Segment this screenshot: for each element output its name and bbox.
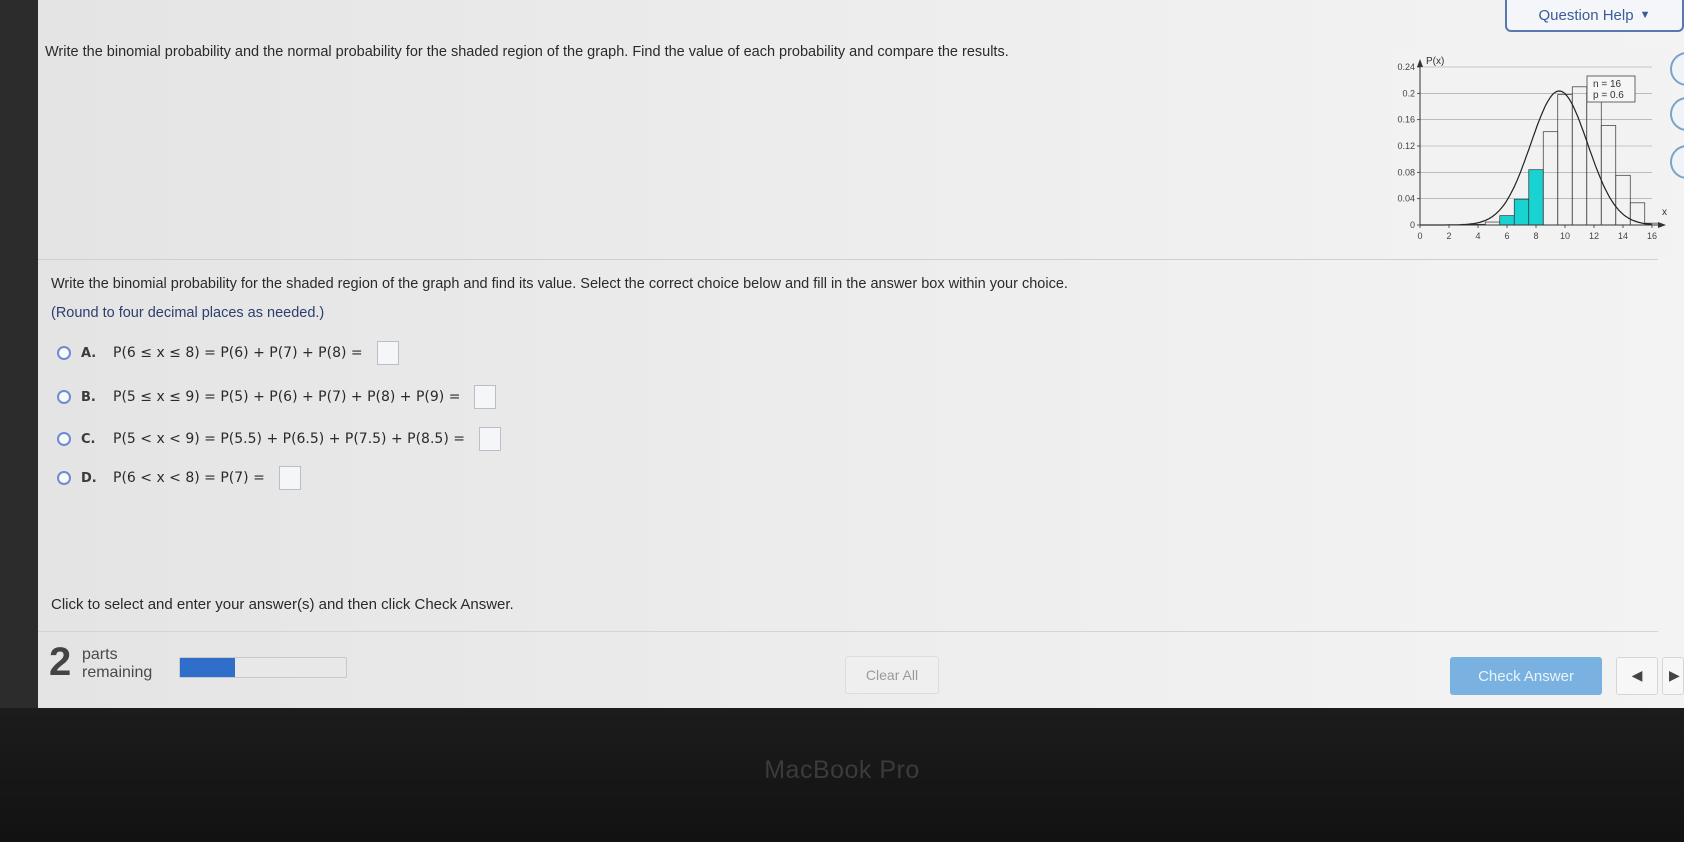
- y-tick-label: 0.08: [1397, 167, 1415, 177]
- answer-input[interactable]: [478, 427, 501, 451]
- choice-c[interactable]: C. P(5 < x < 9) = P(5.5) + P(6.5) + P(7.…: [57, 425, 501, 453]
- x-tick-label: 16: [1647, 231, 1657, 241]
- previous-button[interactable]: ◀: [1616, 657, 1658, 695]
- x-tick-label: 8: [1533, 231, 1538, 241]
- progress-fill: [180, 658, 235, 677]
- choice-text: P(5 ≤ x ≤ 9) = P(5) + P(6) + P(7) + P(8)…: [113, 389, 461, 405]
- question-prompt: Write the binomial probability for the s…: [51, 276, 1068, 292]
- dropdown-arrow-icon: ▼: [1639, 9, 1651, 21]
- choice-text: P(6 < x < 8) = P(7) =: [113, 470, 265, 486]
- section-divider: [38, 259, 1658, 260]
- bar-x-7: [1513, 198, 1530, 226]
- instruction-text: Write the binomial probability and the n…: [45, 44, 1009, 60]
- x-tick-label: 12: [1589, 231, 1599, 241]
- instruction-footer: Click to select and enter your answer(s)…: [51, 596, 514, 613]
- x-tick-label: 10: [1560, 231, 1570, 241]
- answer-input[interactable]: [278, 466, 301, 490]
- radio-button[interactable]: [57, 390, 71, 404]
- choice-letter: D.: [81, 470, 97, 486]
- footer-divider: [38, 631, 1658, 632]
- y-tick-label: 0.2: [1402, 88, 1415, 98]
- answer-input[interactable]: [376, 341, 399, 365]
- x-tick-label: 2: [1446, 231, 1451, 241]
- y-tick-label: 0.16: [1397, 115, 1415, 125]
- radio-button[interactable]: [57, 471, 71, 485]
- choice-d[interactable]: D. P(6 < x < 8) = P(7) =: [57, 464, 301, 492]
- parts-label-line2: remaining: [82, 664, 153, 681]
- round-note: (Round to four decimal places as needed.…: [51, 305, 325, 321]
- legend-p: p = 0.6: [1593, 90, 1624, 101]
- next-button[interactable]: ▶: [1662, 657, 1684, 695]
- radio-button[interactable]: [57, 432, 71, 446]
- choice-letter: B.: [81, 389, 96, 405]
- y-axis-label: P(x): [1426, 56, 1444, 67]
- choice-b[interactable]: B. P(5 ≤ x ≤ 9) = P(5) + P(6) + P(7) + P…: [57, 383, 497, 411]
- radio-button[interactable]: [57, 346, 71, 360]
- question-help-label: Question Help: [1538, 6, 1634, 24]
- choice-letter: C.: [81, 431, 96, 447]
- y-tick-label: 0.04: [1397, 194, 1415, 204]
- x-tick-label: 4: [1475, 231, 1480, 241]
- x-axis-label: x: [1662, 207, 1667, 218]
- bar-x-8: [1528, 169, 1544, 226]
- check-answer-button[interactable]: Check Answer: [1450, 657, 1602, 695]
- bar-x-6: [1499, 215, 1515, 226]
- choice-text: P(5 < x < 9) = P(5.5) + P(6.5) + P(7.5) …: [113, 431, 465, 447]
- parts-remaining-label: parts remaining: [82, 646, 152, 682]
- x-tick-label: 6: [1504, 231, 1509, 241]
- parts-remaining-count: 2: [49, 640, 72, 684]
- y-tick-label: 0.12: [1397, 141, 1415, 151]
- binomial-graph: P(x) x 0.24 0.2 0.16 0.12 0.08 0.04 0 0 2 4 6 8 10 1…: [1390, 48, 1670, 258]
- legend-n: n = 16: [1593, 79, 1622, 90]
- choice-a[interactable]: A. P(6 ≤ x ≤ 8) = P(6) + P(7) + P(8) =: [57, 339, 399, 367]
- x-tick-label: 14: [1618, 231, 1628, 241]
- question-help-button[interactable]: Question Help ▼: [1505, 0, 1684, 32]
- answer-input[interactable]: [474, 385, 497, 409]
- choice-letter: A.: [81, 345, 97, 361]
- laptop-brand-label: MacBook Pro: [764, 756, 920, 784]
- y-tick-label: 0.24: [1397, 62, 1415, 72]
- progress-bar: [179, 657, 347, 678]
- choice-text: P(6 ≤ x ≤ 8) = P(6) + P(7) + P(8) =: [113, 345, 363, 361]
- parts-label-line1: parts: [82, 646, 118, 663]
- y-tick-label: 0: [1410, 220, 1415, 230]
- clear-all-button[interactable]: Clear All: [845, 656, 939, 694]
- x-tick-label: 0: [1417, 231, 1422, 241]
